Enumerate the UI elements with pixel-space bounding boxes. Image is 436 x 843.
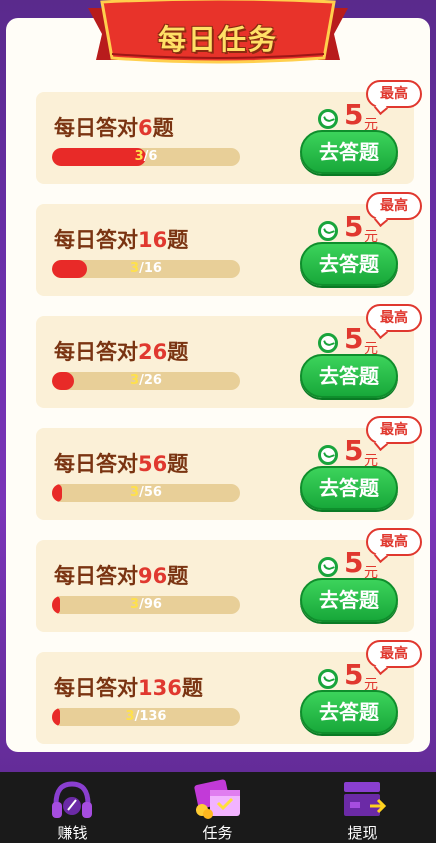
reward-amount: 5	[344, 210, 364, 243]
task-progress-bar: 3/26	[52, 372, 240, 390]
daily-tasks-panel: 每日答对6题 3/6 5 元 最高 去答题 每日答对16题 3/16 5 元 最…	[6, 18, 430, 752]
max-badge: 最高	[366, 304, 422, 332]
reward-amount: 5	[344, 322, 364, 355]
tab-withdraw[interactable]: 提现	[290, 772, 435, 843]
max-badge: 最高	[366, 192, 422, 220]
task-card: 每日答对56题 3/56 5 元 最高 去答题	[36, 416, 422, 520]
max-badge: 最高	[366, 80, 422, 108]
task-title: 每日答对96题	[54, 564, 189, 588]
task-card: 每日答对136题 3/136 5 元 最高 去答题	[36, 640, 422, 744]
task-title: 每日答对6题	[54, 116, 174, 140]
task-progress-bar: 3/16	[52, 260, 240, 278]
task-card: 每日答对6题 3/6 5 元 最高 去答题	[36, 80, 422, 184]
task-title: 每日答对16题	[54, 228, 189, 252]
answer-button[interactable]: 去答题	[300, 690, 398, 734]
task-target: 96	[138, 564, 168, 588]
tab-tasks[interactable]: 任务	[145, 772, 290, 843]
task-target: 16	[138, 228, 168, 252]
max-badge: 最高	[366, 416, 422, 444]
task-target: 56	[138, 452, 168, 476]
task-title: 每日答对56题	[54, 452, 189, 476]
task-target: 6	[138, 116, 153, 140]
reward-amount: 5	[344, 98, 364, 131]
progress-text: 3/6	[134, 149, 158, 164]
progress-text: 3/96	[130, 597, 162, 612]
progress-text: 3/56	[130, 485, 162, 500]
task-card: 每日答对26题 3/26 5 元 最高 去答题	[36, 304, 422, 408]
gift-bag-icon	[194, 779, 240, 819]
answer-button[interactable]: 去答题	[300, 242, 398, 286]
tab-label: 提现	[347, 824, 378, 842]
banner-title: 每日任务	[157, 23, 278, 56]
progress-text: 3/16	[130, 261, 162, 276]
reward-amount: 5	[344, 434, 364, 467]
answer-button[interactable]: 去答题	[300, 354, 398, 398]
progress-text: 3/136	[125, 709, 167, 724]
reward-amount: 5	[344, 658, 364, 691]
task-target: 136	[138, 676, 182, 700]
task-title: 每日答对136题	[54, 676, 203, 700]
coin-icon	[318, 221, 338, 241]
headphones-icon	[52, 781, 92, 818]
task-progress-bar: 3/96	[52, 596, 240, 614]
tab-label: 赚钱	[57, 824, 88, 842]
task-progress-bar: 3/56	[52, 484, 240, 502]
answer-button[interactable]: 去答题	[300, 578, 398, 622]
tab-label: 任务	[202, 824, 233, 842]
task-progress-bar: 3/6	[52, 148, 240, 166]
coin-icon	[318, 557, 338, 577]
coin-icon	[318, 333, 338, 353]
task-card: 每日答对16题 3/16 5 元 最高 去答题	[36, 192, 422, 296]
answer-button[interactable]: 去答题	[300, 466, 398, 510]
coin-icon	[318, 669, 338, 689]
task-title: 每日答对26题	[54, 340, 189, 364]
coin-icon	[318, 445, 338, 465]
task-target: 26	[138, 340, 168, 364]
coin-icon	[318, 109, 338, 129]
daily-tasks-banner: 每日任务	[88, 0, 348, 70]
bottom-tab-bar: 赚钱 任务 提现	[0, 772, 436, 843]
wallet-icon	[344, 782, 387, 816]
max-badge: 最高	[366, 640, 422, 668]
task-progress-bar: 3/136	[52, 708, 240, 726]
reward-amount: 5	[344, 546, 364, 579]
tab-earn[interactable]: 赚钱	[0, 772, 145, 843]
task-card: 每日答对96题 3/96 5 元 最高 去答题	[36, 528, 422, 632]
answer-button[interactable]: 去答题	[300, 130, 398, 174]
max-badge: 最高	[366, 528, 422, 556]
progress-text: 3/26	[130, 373, 162, 388]
